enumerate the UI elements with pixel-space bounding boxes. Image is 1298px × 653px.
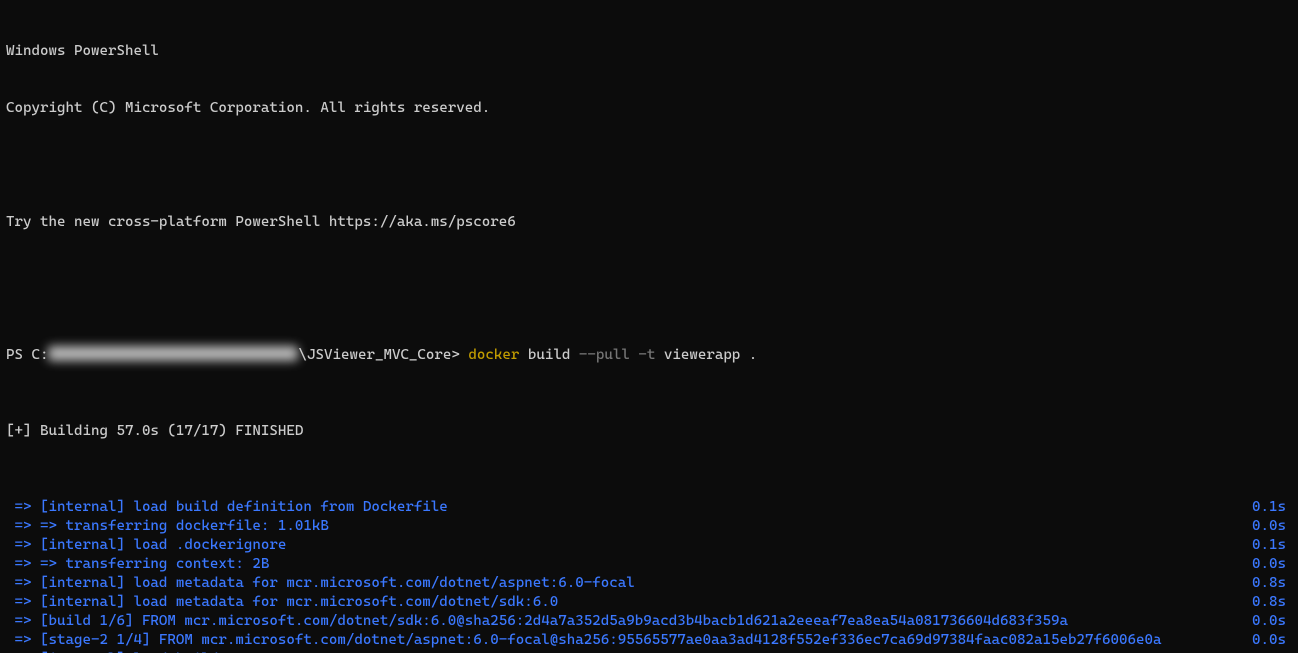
build-step-line: => => transferring dockerfile: 1.01kB 0.0… (6, 517, 1292, 536)
ps-banner-line3: Try the new cross-platform PowerShell ht… (6, 213, 1292, 232)
build-step-line: => [internal] load build definition from… (6, 498, 1292, 517)
build-step-duration: 0.0s (1252, 555, 1292, 574)
build-step-text: => [internal] load build definition from… (6, 498, 448, 517)
build-step-text: => [build 1/6] FROM mcr.microsoft.com/do… (6, 612, 1068, 631)
cmd-sub: build (519, 347, 578, 363)
build-step-text: => [internal] load .dockerignore (6, 536, 286, 555)
build-step-duration: 0.8s (1252, 574, 1292, 593)
blank-line (6, 156, 1292, 175)
build-steps: => [internal] load build definition from… (6, 498, 1292, 653)
prompt-prefix: PS C: (6, 347, 48, 363)
build-step-duration: 0.8s (1252, 593, 1292, 612)
build-step-text: => => transferring dockerfile: 1.01kB (6, 517, 329, 536)
build-step-line: => [internal] load metadata for mcr.micr… (6, 574, 1292, 593)
prompt-line-1: PS C: \JSViewer_MVC_Core> docker build --… (6, 346, 1292, 365)
ps-banner-line2: Copyright (C) Microsoft Corporation. All… (6, 99, 1292, 118)
build-step-duration: 0.0s (1252, 517, 1292, 536)
build-step-duration: 0.1s (1252, 536, 1292, 555)
cmd-flags: --pull -t (579, 347, 655, 363)
build-step-line: => [build 1/6] FROM mcr.microsoft.com/do… (6, 612, 1292, 631)
build-step-duration: 0.1s (1252, 498, 1292, 517)
build-step-text: => => transferring context: 2B (6, 555, 269, 574)
build-step-line: => [stage-2 1/4] FROM mcr.microsoft.com/… (6, 631, 1292, 650)
prompt-path-suffix: \JSViewer_MVC_Core> (298, 347, 468, 363)
build-step-line: => => transferring context: 2B 0.0s (6, 555, 1292, 574)
build-step-text: => [stage-2 1/4] FROM mcr.microsoft.com/… (6, 631, 1161, 650)
build-step-text: => [internal] load metadata for mcr.micr… (6, 593, 558, 612)
terminal-output[interactable]: Windows PowerShell Copyright (C) Microso… (0, 0, 1298, 653)
build-step-line: => [internal] load metadata for mcr.micr… (6, 593, 1292, 612)
ps-banner-line1: Windows PowerShell (6, 42, 1292, 61)
build-step-duration: 0.0s (1252, 612, 1292, 631)
cmd-keyword: docker (468, 347, 519, 363)
cmd-args: viewerapp . (655, 347, 757, 363)
build-step-line: => [internal] load .dockerignore 0.1s (6, 536, 1292, 555)
build-step-text: => [internal] load metadata for mcr.micr… (6, 574, 635, 593)
build-step-duration: 0.0s (1252, 631, 1292, 650)
blank-line (6, 270, 1292, 289)
redacted-path (48, 346, 298, 361)
build-status-line: [+] Building 57.0s (17/17) FINISHED (6, 422, 1292, 441)
